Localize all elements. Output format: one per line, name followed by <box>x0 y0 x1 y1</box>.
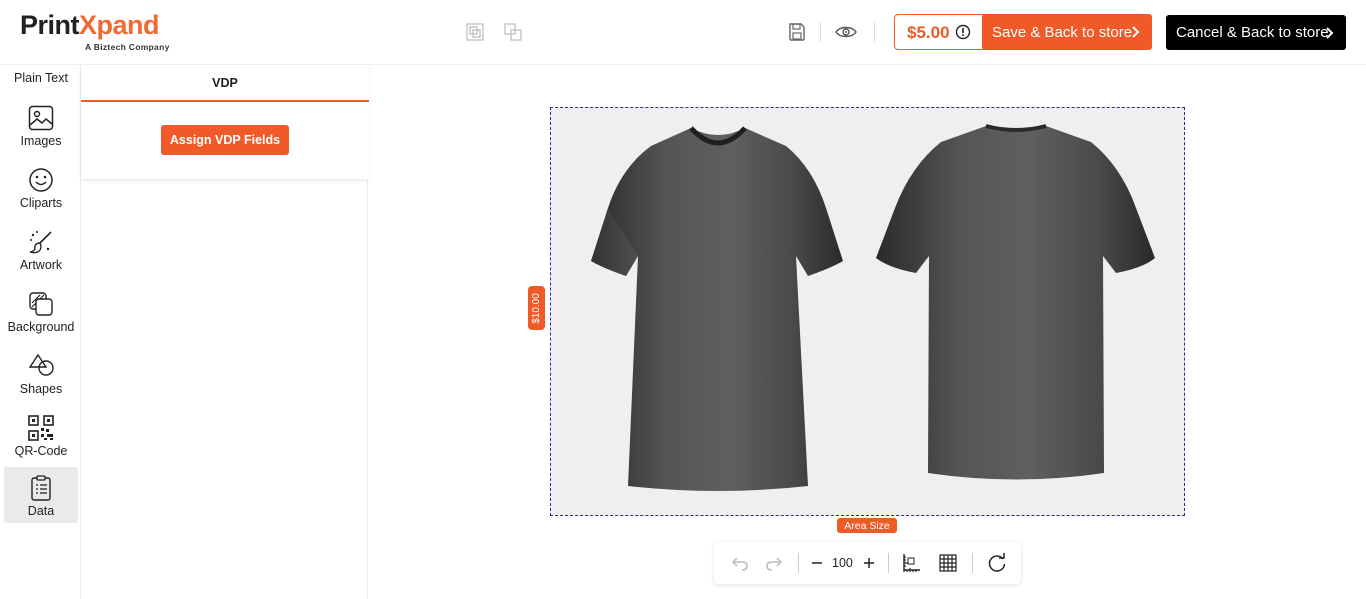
clipboard-data-icon <box>27 474 55 502</box>
tshirt-mockup-image <box>591 124 1155 491</box>
redo-icon[interactable] <box>764 554 784 572</box>
canvas-toolbar: 100 <box>714 542 1021 584</box>
reset-icon[interactable] <box>986 553 1008 573</box>
price-box: $5.00 Save & Back to store <box>894 14 1152 50</box>
toolbar-divider <box>972 553 973 573</box>
sidebar-item-label: Artwork <box>19 258 63 272</box>
cancel-button-label: Cancel & Back to store <box>1176 24 1329 41</box>
brand-logo[interactable]: PrintXpand A Biztech Company <box>20 10 190 56</box>
ruler-icon[interactable] <box>900 553 922 573</box>
tool-sidebar: Plain Text Images Cliparts Artwork Backg… <box>0 65 80 599</box>
ungroup-icon[interactable] <box>503 22 523 42</box>
brand-tagline: A Biztech Company <box>85 42 170 52</box>
sidebar-item-artwork[interactable]: Artwork <box>4 224 78 280</box>
area-price-tag: $10.00 <box>528 286 545 330</box>
shapes-icon <box>27 352 55 380</box>
zoom-level: 100 <box>832 556 853 570</box>
sidebar-item-cliparts[interactable]: Cliparts <box>4 162 78 218</box>
brand-name-part2: Xpand <box>79 10 160 40</box>
save-button-label: Save & Back to store <box>992 23 1133 41</box>
sidebar-item-label: Cliparts <box>19 196 63 210</box>
area-size-label: Area Size <box>837 518 897 533</box>
header-divider <box>874 22 875 42</box>
chevron-right-icon <box>1130 25 1140 42</box>
smiley-icon <box>27 166 55 194</box>
qr-code-icon <box>27 414 55 442</box>
sidebar-item-background[interactable]: Background <box>4 286 78 342</box>
chevron-right-icon <box>1324 26 1334 43</box>
total-price: $5.00 <box>907 23 950 42</box>
area-price-text: $10.00 <box>531 292 542 324</box>
image-icon <box>27 104 55 132</box>
sidebar-item-plain-text[interactable]: Plain Text <box>14 71 68 85</box>
sidebar-item-label: Background <box>7 320 75 334</box>
sidebar-item-shapes[interactable]: Shapes <box>4 348 78 404</box>
sidebar-item-label: QR-Code <box>14 444 68 458</box>
save-icon[interactable] <box>786 21 808 43</box>
grid-icon[interactable] <box>938 554 958 572</box>
sidebar-item-qr-code[interactable]: QR-Code <box>4 410 78 466</box>
sidebar-item-label: Data <box>27 504 55 518</box>
info-icon[interactable] <box>955 24 971 45</box>
vdp-card: VDP Assign VDP Fields <box>81 65 369 179</box>
zoom-out-icon[interactable] <box>810 556 824 570</box>
tshirt-back <box>876 124 1155 480</box>
assign-vdp-fields-button[interactable]: Assign VDP Fields <box>161 125 289 155</box>
sidebar-item-images[interactable]: Images <box>4 100 78 156</box>
zoom-in-icon[interactable] <box>862 556 876 570</box>
toolbar-divider <box>798 553 799 573</box>
sidebar-item-label: Shapes <box>19 382 63 396</box>
undo-icon[interactable] <box>730 554 750 572</box>
group-icon[interactable] <box>465 22 485 42</box>
header-divider <box>820 22 821 42</box>
cancel-back-to-store-button[interactable]: Cancel & Back to store <box>1166 15 1346 50</box>
vdp-panel: VDP Assign VDP Fields <box>80 65 369 599</box>
sidebar-item-label: Images <box>20 134 62 148</box>
tab-vdp[interactable]: VDP <box>81 65 369 102</box>
toolbar-divider <box>888 553 889 573</box>
brand-name-part1: Print <box>20 10 80 40</box>
tshirt-front <box>591 126 843 491</box>
artwork-brush-icon <box>27 228 55 256</box>
save-back-to-store-button[interactable]: Save & Back to store <box>982 14 1152 50</box>
design-canvas[interactable] <box>550 107 1185 516</box>
sidebar-item-data[interactable]: Data <box>4 467 78 523</box>
preview-eye-icon[interactable] <box>834 22 858 42</box>
top-header: PrintXpand A Biztech Company $5.00 Save … <box>0 0 1366 65</box>
background-icon <box>27 290 55 318</box>
